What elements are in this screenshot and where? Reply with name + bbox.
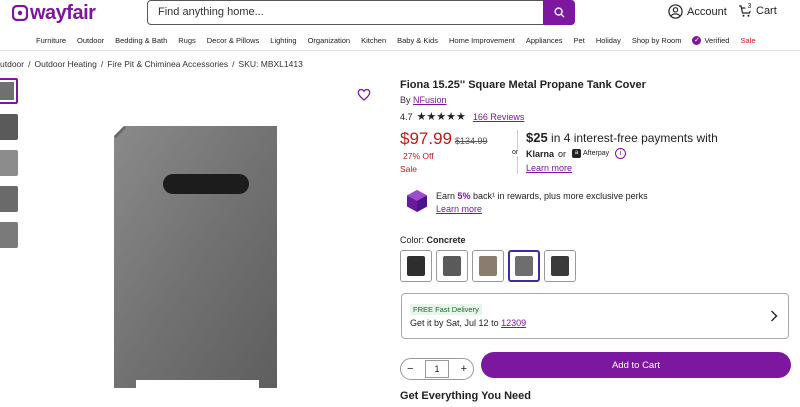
thumbnail-3[interactable] [0,150,18,176]
quantity-stepper: − 1 + [400,358,474,380]
heart-icon[interactable] [357,88,371,101]
nav-item-kitchen[interactable]: Kitchen [361,36,386,45]
breadcrumb-item[interactable]: Outdoor Heating [34,59,96,69]
info-icon[interactable]: i [615,148,627,159]
category-nav: Furniture Outdoor Bedding & Bath Rugs De… [0,31,800,51]
nav-item-sale[interactable]: Sale [740,36,755,45]
search-bar[interactable]: Find anything home... [147,0,575,25]
thumbnail-strip [0,78,18,258]
product-image [114,126,277,388]
color-swatch[interactable] [544,250,576,282]
nav-item-bedding-bath[interactable]: Bedding & Bath [115,36,167,45]
logo-text: wayfair [30,1,96,24]
color-label: Color: Concrete [400,235,466,245]
breadcrumb-item[interactable]: Fire Pit & Chiminea Accessories [107,59,228,69]
klarna-learn-more-link[interactable]: Learn more [526,163,572,173]
star-rating-icon: ★★★★★ [416,111,466,123]
brand-line: By NFusion [400,95,447,105]
delivery-card[interactable]: FREE Fast Delivery Get it by Sat, Jul 12… [401,293,789,339]
product-title: Fiona 15.25'' Square Metal Propane Tank … [400,79,646,91]
user-icon [668,4,683,19]
search-input[interactable]: Find anything home... [158,6,264,18]
nav-item-baby-kids[interactable]: Baby & Kids [397,36,438,45]
verified-icon: ✓ [692,36,702,45]
nav-item-verified[interactable]: ✓ Verified [692,36,729,45]
thumbnail-5[interactable] [0,222,18,248]
nav-item-furniture[interactable]: Furniture [36,36,66,45]
rewards-text: Earn 5% back¹ in rewards, plus more excl… [436,191,648,201]
price-block: $97.99 $134.99 [400,129,488,149]
color-swatches [400,250,580,282]
color-swatch-selected[interactable] [508,250,540,282]
search-button[interactable] [543,0,575,25]
nav-item-organization[interactable]: Organization [308,36,351,45]
free-delivery-badge: FREE Fast Delivery [410,304,482,315]
breadcrumb: utdoor / Outdoor Heating / Fire Pit & Chimin… [0,59,303,69]
nav-item-pet[interactable]: Pet [574,36,585,45]
current-price: $97.99 [400,129,452,148]
rewards-icon [407,190,427,212]
selected-color: Concrete [426,235,466,245]
reviews-link[interactable]: 166 Reviews [473,112,525,122]
thumbnail-1[interactable] [0,78,18,104]
color-swatch[interactable] [472,250,504,282]
nav-item-holiday[interactable]: Holiday [596,36,621,45]
nav-item-lighting[interactable]: Lighting [270,36,296,45]
afterpay-icon: a [572,149,582,158]
rewards-learn-more-link[interactable]: Learn more [436,204,482,214]
sale-label: Sale [400,164,418,174]
nav-item-shop-by-room[interactable]: Shop by Room [632,36,682,45]
color-swatch[interactable] [436,250,468,282]
discount-label: 27% Off [403,151,434,161]
cart-button[interactable]: 3 Cart [738,2,777,18]
payment-providers: Klarna or a Afterpay i [526,148,627,159]
account-button[interactable]: Account [668,4,727,19]
rating-row: 4.7 ★★★★★ 166 Reviews [400,110,524,123]
section-title: Get Everything You Need [400,390,532,402]
nav-item-rugs[interactable]: Rugs [178,36,196,45]
account-label: Account [687,5,727,18]
nav-item-decor-pillows[interactable]: Decor & Pillows [207,36,260,45]
wayfair-logo[interactable]: wayfair [12,0,96,26]
rating-value: 4.7 [400,111,413,122]
cart-label: Cart [756,5,777,17]
search-icon [553,7,565,18]
decrement-button[interactable]: − [407,363,413,375]
delivery-date: Get it by Sat, Jul 12 to 12309 [410,318,527,328]
add-to-cart-button[interactable]: Add to Cart [481,352,791,378]
cart-count-badge: 3 [745,2,754,11]
increment-button[interactable]: + [461,363,467,375]
quantity-field[interactable]: 1 [425,360,449,378]
sku-label: SKU: MBXL1413 [238,59,303,69]
klarna-logo: Klarna [526,148,555,159]
or-label: or [512,149,519,156]
chevron-right-icon [771,310,778,322]
color-swatch[interactable] [400,250,432,282]
logo-icon [12,5,28,21]
verified-label: Verified [704,36,730,45]
brand-link[interactable]: NFusion [413,95,447,105]
zip-link[interactable]: 12309 [501,318,526,328]
thumbnail-2[interactable] [0,114,18,140]
nav-item-outdoor[interactable]: Outdoor [77,36,104,45]
thumbnail-4[interactable] [0,186,18,212]
afterpay-logo: Afterpay [583,150,610,157]
original-price: $134.99 [455,136,488,146]
breadcrumb-item[interactable]: utdoor [0,59,24,69]
nav-item-home-improvement[interactable]: Home Improvement [449,36,515,45]
nav-item-appliances[interactable]: Appliances [526,36,563,45]
installment-amount: $25 [526,130,548,145]
header: wayfair Find anything home... Account 3 … [0,0,800,28]
installment-text: $25 in 4 interest-free payments with [526,130,718,145]
